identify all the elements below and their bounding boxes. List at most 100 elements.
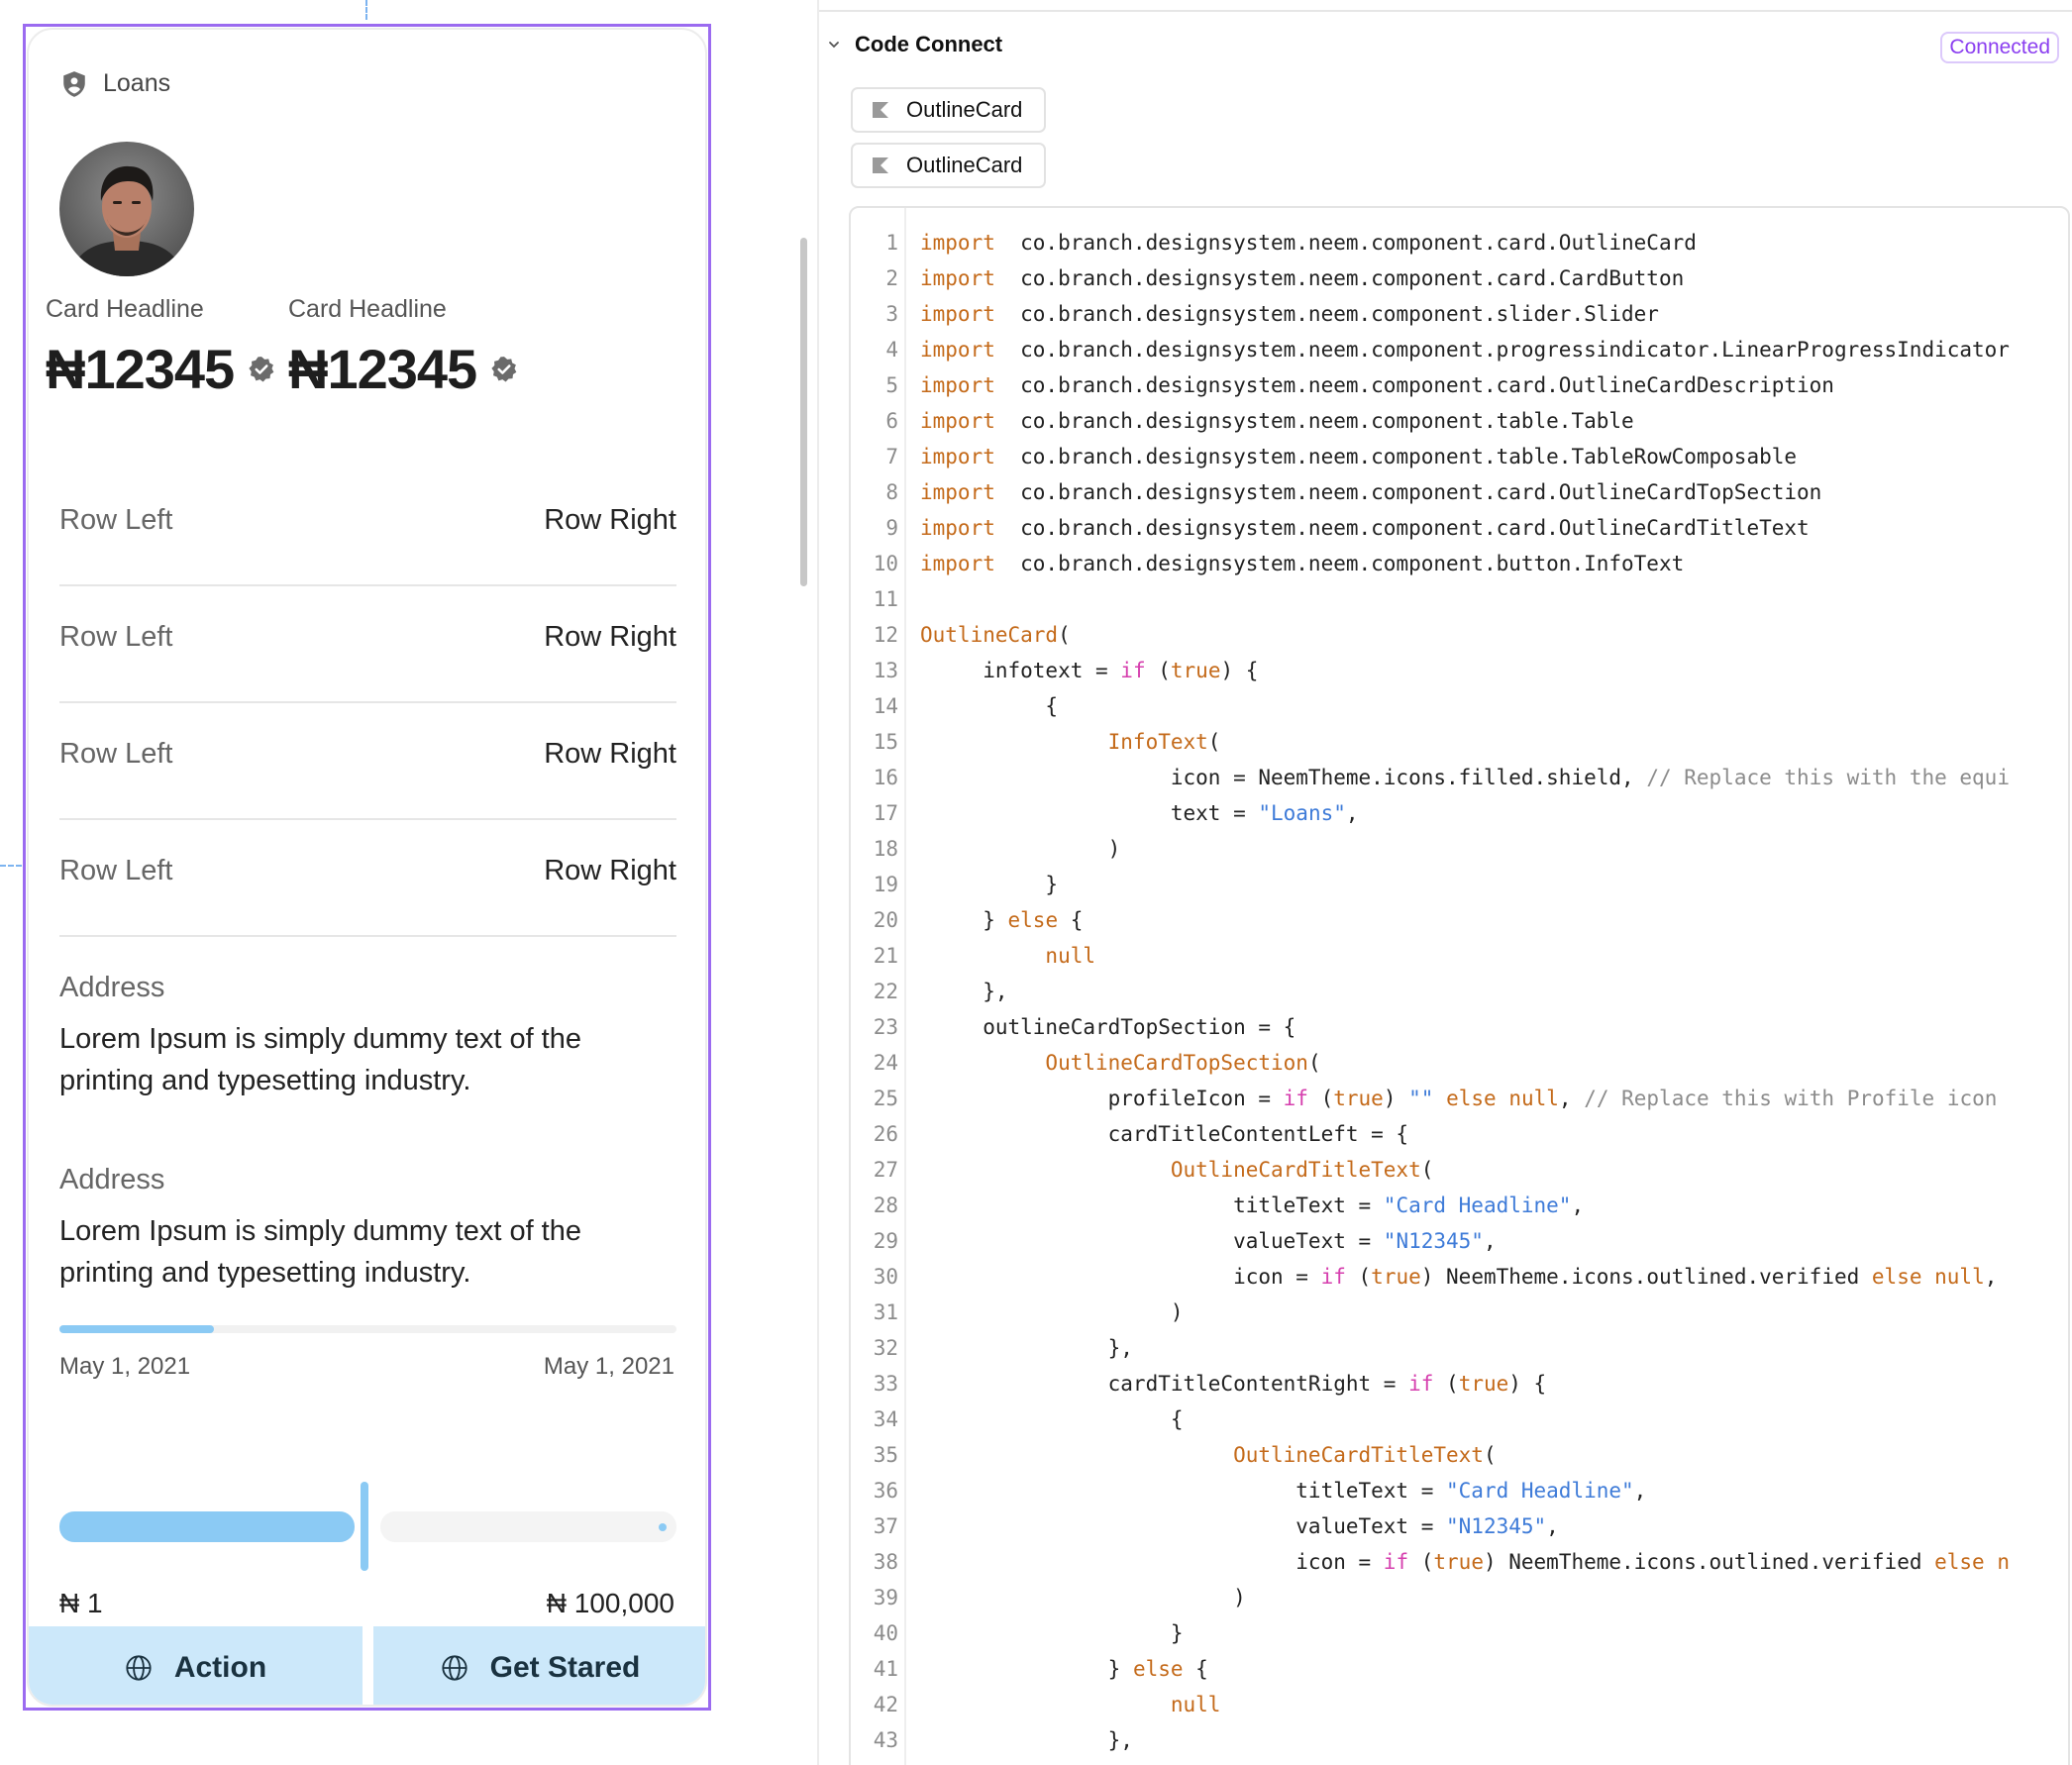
line-number: 28 bbox=[873, 1194, 898, 1217]
line-number: 13 bbox=[873, 659, 898, 682]
progress-fill bbox=[59, 1325, 214, 1333]
line-number: 34 bbox=[873, 1407, 898, 1431]
code-connect-header[interactable]: Code Connect bbox=[827, 32, 1002, 57]
action-button[interactable]: Action bbox=[29, 1626, 363, 1705]
layout-guide-horizontal bbox=[0, 865, 22, 867]
layout-guide-vertical bbox=[365, 0, 367, 20]
line-number: 35 bbox=[873, 1443, 898, 1467]
code-line: 15 InfoText( bbox=[851, 724, 2068, 760]
code-text: titleText = "Card Headline", bbox=[920, 1479, 1647, 1503]
code-snippet[interactable]: 1 import co.branch.designsystem.neem.comp… bbox=[849, 206, 2070, 1765]
card-title-right: Card Headline ₦12345 bbox=[288, 295, 517, 400]
get-started-button-label: Get Stared bbox=[489, 1650, 641, 1684]
code-text: { bbox=[920, 1407, 1184, 1431]
code-line: 31 ) bbox=[851, 1295, 2068, 1330]
code-text: titleText = "Card Headline", bbox=[920, 1194, 1585, 1217]
canvas-scrollbar[interactable] bbox=[800, 238, 807, 586]
line-number: 36 bbox=[873, 1479, 898, 1503]
table-row-left: Row Left bbox=[59, 504, 173, 536]
table-row-left: Row Left bbox=[59, 621, 173, 653]
code-line: 22 }, bbox=[851, 974, 2068, 1009]
code-line: 12 OutlineCard( bbox=[851, 617, 2068, 653]
line-number: 30 bbox=[873, 1265, 898, 1289]
chevron-down-icon[interactable] bbox=[827, 38, 841, 52]
design-canvas[interactable]: Loans Card Headline ₦12345 Card Headline… bbox=[0, 0, 812, 1765]
code-line: 8 import co.branch.designsystem.neem.comp… bbox=[851, 474, 2068, 510]
line-number: 11 bbox=[873, 587, 898, 611]
table-row-right: Row Right bbox=[544, 855, 676, 886]
code-text: { bbox=[920, 694, 1059, 718]
code-text: outlineCardTopSection = { bbox=[920, 1015, 1296, 1039]
code-text: OutlineCardTitleText( bbox=[920, 1158, 1434, 1182]
table-row: Row Left Row Right bbox=[59, 703, 676, 820]
code-text: profileIcon = if (true) "" else null, //… bbox=[920, 1087, 1998, 1110]
code-line: 3 import co.branch.designsystem.neem.comp… bbox=[851, 296, 2068, 332]
card-title-value: ₦12345 bbox=[288, 338, 477, 400]
slider-thumb[interactable] bbox=[361, 1482, 368, 1571]
slider-inactive-track bbox=[380, 1511, 676, 1542]
progress-start-date: May 1, 2021 bbox=[59, 1353, 191, 1380]
code-line: 40 } bbox=[851, 1615, 2068, 1651]
code-line: 10 import co.branch.designsystem.neem.com… bbox=[851, 546, 2068, 581]
line-number: 15 bbox=[873, 730, 898, 754]
line-number: 14 bbox=[873, 694, 898, 718]
code-line: 19 } bbox=[851, 867, 2068, 902]
code-line: 29 valueText = "N12345", bbox=[851, 1223, 2068, 1259]
outline-card[interactable]: Loans Card Headline ₦12345 Card Headline… bbox=[27, 28, 707, 1707]
code-line: 17 text = "Loans", bbox=[851, 795, 2068, 831]
line-number: 41 bbox=[873, 1657, 898, 1681]
line-number: 39 bbox=[873, 1586, 898, 1609]
section-divider bbox=[819, 10, 2072, 12]
code-text: valueText = "N12345", bbox=[920, 1514, 1559, 1538]
code-text: OutlineCardTopSection( bbox=[920, 1051, 1321, 1075]
code-text: cardTitleContentLeft = { bbox=[920, 1122, 1409, 1146]
linear-progress-indicator bbox=[59, 1325, 676, 1333]
line-number: 19 bbox=[873, 873, 898, 896]
component-link[interactable]: OutlineCard bbox=[851, 87, 1046, 133]
line-number: 12 bbox=[873, 623, 898, 647]
line-number: 20 bbox=[873, 908, 898, 932]
line-number: 17 bbox=[873, 801, 898, 825]
code-line: 30 icon = if (true) NeemTheme.icons.outl… bbox=[851, 1259, 2068, 1295]
line-number: 18 bbox=[873, 837, 898, 861]
card-title-value: ₦12345 bbox=[46, 338, 235, 400]
code-text: import co.branch.designsystem.neem.compo… bbox=[920, 302, 1659, 326]
code-text: import co.branch.designsystem.neem.compo… bbox=[920, 231, 1697, 255]
code-line: 9 import co.branch.designsystem.neem.comp… bbox=[851, 510, 2068, 546]
table-row: Row Left Row Right bbox=[59, 586, 676, 703]
code-line: 5 import co.branch.designsystem.neem.comp… bbox=[851, 367, 2068, 403]
code-text: valueText = "N12345", bbox=[920, 1229, 1497, 1253]
line-number: 10 bbox=[873, 552, 898, 575]
slider-min-label: ₦ 1 bbox=[59, 1588, 103, 1618]
table-row-left: Row Left bbox=[59, 855, 173, 886]
card-title-value-row: ₦12345 bbox=[46, 337, 275, 401]
avatar bbox=[59, 142, 194, 276]
code-line: 7 import co.branch.designsystem.neem.comp… bbox=[851, 439, 2068, 474]
code-text: text = "Loans", bbox=[920, 801, 1359, 825]
line-number: 38 bbox=[873, 1550, 898, 1574]
slider-active-track bbox=[59, 1511, 355, 1542]
card-title-value-row: ₦12345 bbox=[288, 337, 518, 401]
code-line: 27 OutlineCardTitleText( bbox=[851, 1152, 2068, 1188]
range-slider[interactable] bbox=[59, 1482, 676, 1571]
code-line: 2 import co.branch.designsystem.neem.comp… bbox=[851, 260, 2068, 296]
section-title: Code Connect bbox=[855, 32, 1003, 56]
component-link[interactable]: OutlineCard bbox=[851, 143, 1046, 188]
code-text: ) bbox=[920, 837, 1121, 861]
code-text: OutlineCardTitleText( bbox=[920, 1443, 1497, 1467]
line-number: 42 bbox=[873, 1693, 898, 1716]
table-row-left: Row Left bbox=[59, 738, 173, 770]
code-text: } bbox=[920, 1621, 1184, 1645]
code-text: import co.branch.designsystem.neem.compo… bbox=[920, 516, 1810, 540]
line-number: 40 bbox=[873, 1621, 898, 1645]
code-line: 16 icon = NeemTheme.icons.filled.shield,… bbox=[851, 760, 2068, 795]
line-number: 2 bbox=[885, 266, 898, 290]
card-description: Address Lorem Ipsum is simply dummy text… bbox=[59, 1164, 673, 1294]
line-number: 31 bbox=[873, 1300, 898, 1324]
code-text: import co.branch.designsystem.neem.compo… bbox=[920, 480, 1822, 504]
code-line: 13 infotext = if (true) { bbox=[851, 653, 2068, 688]
slider-max-label: ₦ 100,000 bbox=[546, 1588, 674, 1618]
code-text: } else { bbox=[920, 1657, 1208, 1681]
get-started-button[interactable]: Get Stared bbox=[373, 1626, 705, 1705]
code-text: InfoText( bbox=[920, 730, 1221, 754]
